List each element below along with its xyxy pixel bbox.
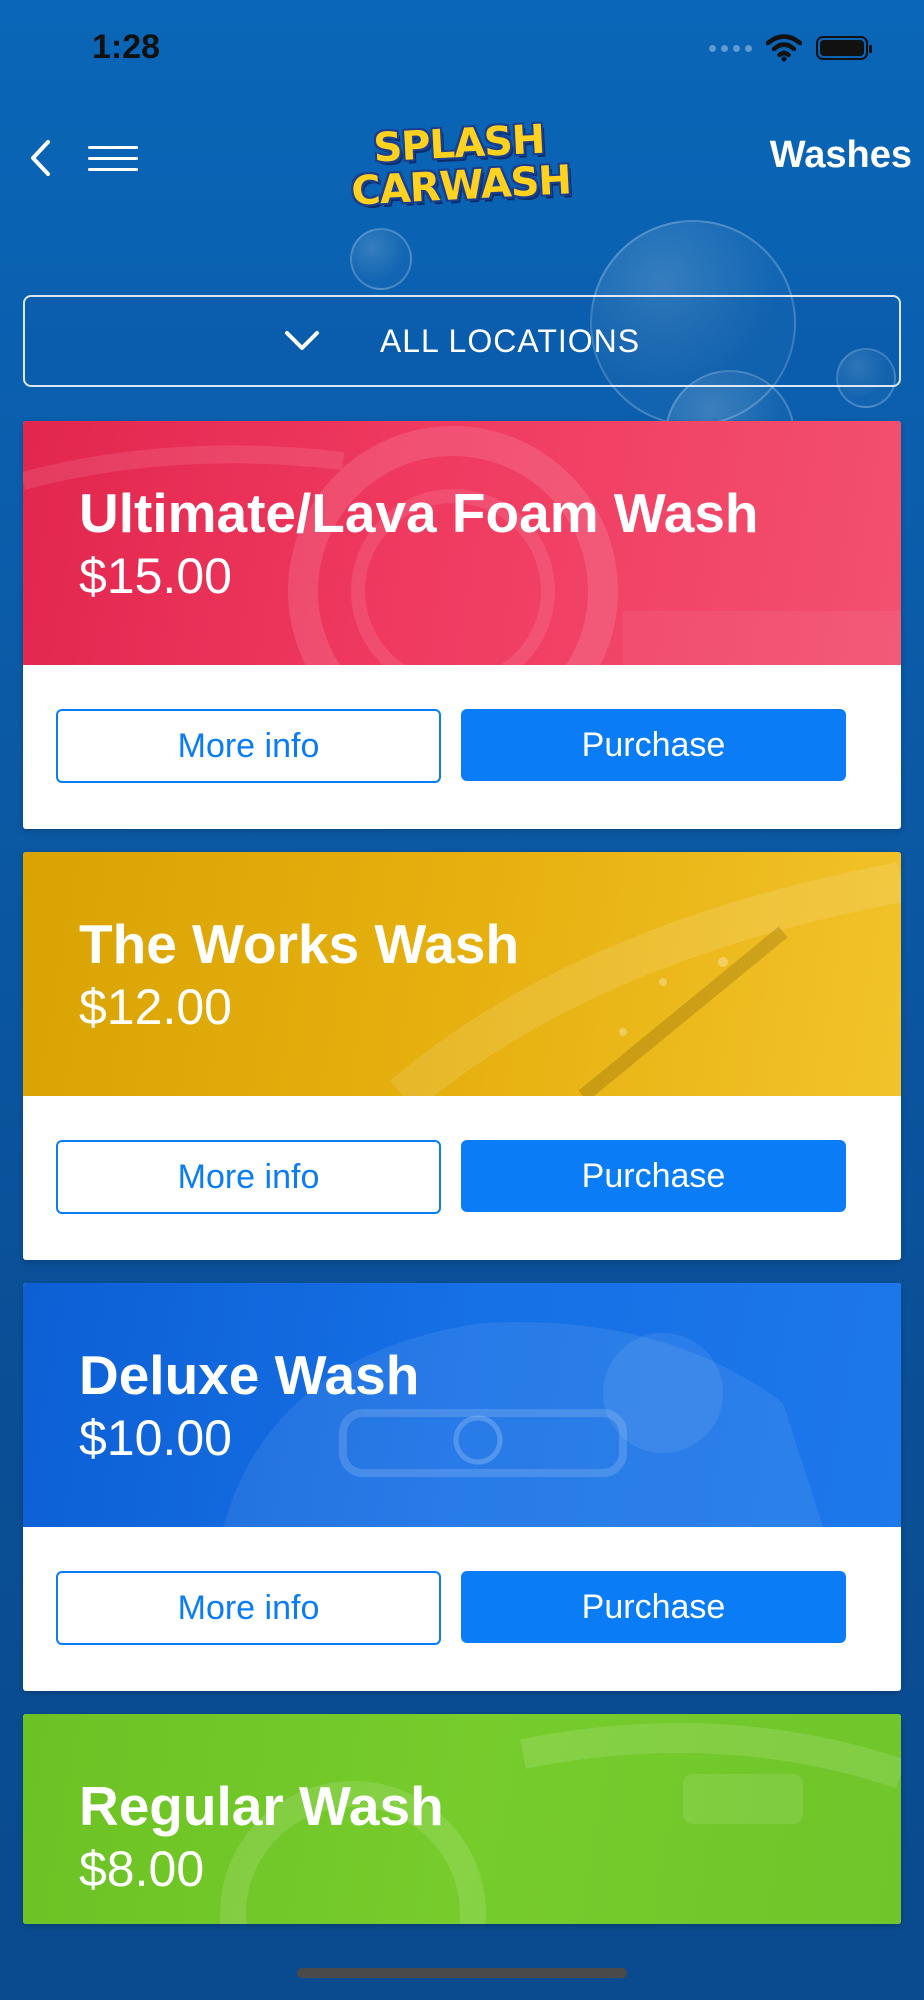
wash-card-hero: The Works Wash $12.00 [23, 852, 901, 1096]
battery-icon [816, 36, 872, 60]
status-time: 1:28 [92, 28, 161, 66]
wash-card: The Works Wash $12.00 More info Purchase [23, 852, 901, 1260]
status-bar: 1:28 [0, 0, 924, 100]
cellular-signal-icon [709, 44, 752, 52]
wash-card: Regular Wash $8.00 [23, 1714, 901, 1924]
wash-title: Deluxe Wash [79, 1344, 420, 1406]
more-info-button[interactable]: More info [56, 709, 441, 783]
menu-button[interactable] [88, 136, 138, 180]
purchase-button[interactable]: Purchase [461, 709, 846, 781]
location-dropdown[interactable]: ALL LOCATIONS [23, 295, 901, 387]
wash-card: Ultimate/Lava Foam Wash $15.00 More info… [23, 421, 901, 829]
page-title: Washes [769, 134, 912, 176]
purchase-button[interactable]: Purchase [461, 1571, 846, 1643]
wash-price: $10.00 [79, 1410, 232, 1466]
wash-actions: More info Purchase [56, 1140, 846, 1214]
bubble-decoration [350, 228, 412, 290]
purchase-button[interactable]: Purchase [461, 1140, 846, 1212]
wash-price: $15.00 [79, 548, 232, 604]
wash-card-hero: Deluxe Wash $10.00 [23, 1283, 901, 1527]
wash-title: The Works Wash [79, 913, 520, 975]
wash-actions: More info Purchase [56, 1571, 846, 1645]
wash-card-hero: Ultimate/Lava Foam Wash $15.00 [23, 421, 901, 665]
navigation-bar: SPLASH CARWASH Washes [0, 100, 924, 220]
more-info-button[interactable]: More info [56, 1571, 441, 1645]
wash-title: Ultimate/Lava Foam Wash [79, 482, 759, 544]
splash-carwash-logo: SPLASH CARWASH [350, 116, 572, 215]
chevron-down-icon [284, 331, 319, 350]
wash-card-hero: Regular Wash $8.00 [23, 1714, 901, 1924]
hamburger-icon [88, 145, 138, 149]
wash-title: Regular Wash [79, 1775, 444, 1837]
wash-price: $12.00 [79, 979, 232, 1035]
wash-card: Deluxe Wash $10.00 More info Purchase [23, 1283, 901, 1691]
chevron-left-icon [31, 140, 50, 176]
back-button[interactable] [18, 136, 62, 180]
status-icons [709, 34, 872, 62]
location-dropdown-label: ALL LOCATIONS [379, 322, 641, 359]
wash-price: $8.00 [79, 1841, 205, 1897]
home-indicator[interactable] [297, 1968, 627, 1978]
more-info-button[interactable]: More info [56, 1140, 441, 1214]
wash-actions: More info Purchase [56, 709, 846, 783]
wifi-icon [766, 34, 802, 62]
